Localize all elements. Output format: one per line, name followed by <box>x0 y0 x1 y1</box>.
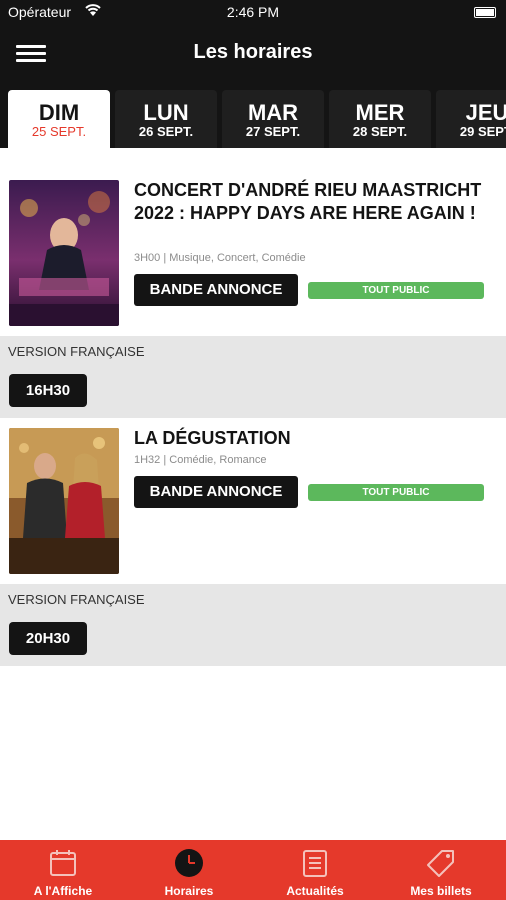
date-tab-mer[interactable]: MER 28 SEPT. <box>329 90 431 148</box>
date-tabs: DIM 25 SEPT. LUN 26 SEPT. MAR 27 SEPT. M… <box>0 86 506 148</box>
date-tab-day: MAR <box>247 100 299 125</box>
status-bar: Opérateur 2:46 PM <box>0 0 506 26</box>
tab-label: Horaires <box>164 884 214 898</box>
tab-label: Mes billets <box>410 884 472 898</box>
movie-poster[interactable] <box>9 428 119 574</box>
date-tab-mar[interactable]: MAR 27 SEPT. <box>222 90 324 148</box>
page-title: Les horaires <box>193 41 313 63</box>
version-block: VERSION FRANÇAISE 16H30 <box>0 336 506 418</box>
newspaper-icon <box>300 848 330 878</box>
date-tab-date: 25 SEPT. <box>31 124 87 139</box>
version-label: VERSION FRANÇAISE <box>8 344 145 359</box>
movie-poster[interactable] <box>9 180 119 326</box>
movie-meta: 3H00 | Musique, Concert, Comédie <box>134 252 306 264</box>
movie-card: LA DÉGUSTATION 1H32 | Comédie, Romance B… <box>0 418 506 584</box>
version-label: VERSION FRANÇAISE <box>8 592 145 607</box>
movie-title[interactable]: LA DÉGUSTATION <box>134 427 494 450</box>
date-tab-day: JEU <box>465 100 506 125</box>
date-tab-lun[interactable]: LUN 26 SEPT. <box>115 90 217 148</box>
movie-title[interactable]: CONCERT D'ANDRÉ RIEU MAASTRICHT 2022 : H… <box>134 179 494 225</box>
bottom-tab-bar: A l'Affiche Horaires Actualités Mes bill… <box>0 840 506 900</box>
date-tab-date: 27 SEPT. <box>245 124 301 139</box>
date-tab-day: MER <box>355 100 405 125</box>
rating-badge: TOUT PUBLIC <box>308 282 484 299</box>
date-tab-dim[interactable]: DIM 25 SEPT. <box>8 90 110 148</box>
tab-a-laffiche[interactable]: A l'Affiche <box>0 840 126 900</box>
clock-icon <box>174 848 204 878</box>
ticket-icon <box>426 848 456 878</box>
rating-badge: TOUT PUBLIC <box>308 484 484 501</box>
calendar-icon <box>48 848 78 878</box>
status-time: 2:46 PM <box>226 4 280 20</box>
trailer-button[interactable]: BANDE ANNONCE <box>134 274 298 306</box>
battery-icon <box>474 7 496 18</box>
date-tab-jeu[interactable]: JEU 29 SEPT. <box>436 90 506 148</box>
date-tab-day: DIM <box>38 100 80 125</box>
version-block: VERSION FRANÇAISE 20H30 <box>0 584 506 666</box>
movie-meta: 1H32 | Comédie, Romance <box>134 454 267 466</box>
movie-card: CONCERT D'ANDRÉ RIEU MAASTRICHT 2022 : H… <box>0 170 506 336</box>
showtime-button[interactable]: 20H30 <box>9 622 87 655</box>
tab-label: Actualités <box>286 884 344 898</box>
date-tab-date: 28 SEPT. <box>352 124 408 139</box>
trailer-button[interactable]: BANDE ANNONCE <box>134 476 298 508</box>
showtime-button[interactable]: 16H30 <box>9 374 87 407</box>
tab-mes-billets[interactable]: Mes billets <box>378 840 504 900</box>
date-tab-date: 26 SEPT. <box>138 124 194 139</box>
tab-label: A l'Affiche <box>33 884 93 898</box>
app-header: Les horaires <box>0 26 506 86</box>
tab-actualites[interactable]: Actualités <box>252 840 378 900</box>
date-tab-date: 29 SEPT. <box>459 124 506 139</box>
showtimes-list: CONCERT D'ANDRÉ RIEU MAASTRICHT 2022 : H… <box>0 148 506 840</box>
tab-horaires[interactable]: Horaires <box>126 840 252 900</box>
date-tab-day: LUN <box>143 100 189 125</box>
